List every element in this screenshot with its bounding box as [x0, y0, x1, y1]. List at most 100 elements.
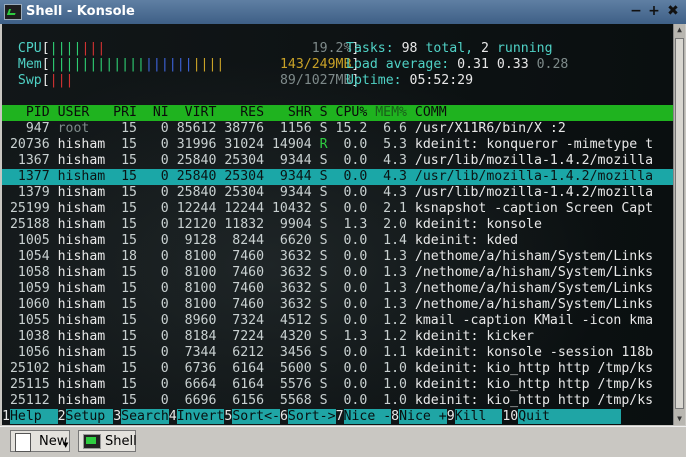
table-row[interactable]: 20736 hisham 15 0 31996 31024 14904 R 0.…: [2, 137, 673, 153]
cell-comm: kdeinit: kio_http http /tmp/ks: [406, 361, 654, 376]
cell-res: 38776: [216, 121, 265, 136]
column-header-pid[interactable]: PID: [2, 105, 50, 120]
fkey-sort-button[interactable]: Sort->: [287, 409, 336, 424]
cell-pri: 15: [105, 297, 137, 312]
title-bar[interactable]: Shell - Konsole − + ✖: [0, 0, 686, 24]
table-row[interactable]: 1038 hisham 15 0 8184 7224 4320 S 1.3 1.…: [2, 329, 673, 345]
cell-comm: /nethome/a/hisham/System/Links: [406, 281, 654, 296]
table-row[interactable]: 1058 hisham 15 0 8100 7460 3632 S 0.0 1.…: [2, 265, 673, 281]
maximize-button[interactable]: +: [646, 3, 662, 19]
cell-s: S: [311, 185, 328, 200]
cell-ni: 0: [136, 153, 169, 168]
table-row[interactable]: 1060 hisham 15 0 8100 7460 3632 S 0.0 1.…: [2, 297, 673, 313]
column-header-s[interactable]: S: [312, 105, 328, 120]
column-header-ni[interactable]: NI: [137, 105, 169, 120]
cell-mem: 4.3: [367, 169, 407, 184]
cell-comm: /nethome/a/hisham/System/Links: [406, 265, 654, 280]
cell-cpu: 0.0: [327, 281, 368, 296]
cell-mem: 4.3: [367, 185, 407, 200]
cell-pid: 25102: [2, 361, 50, 376]
cell-shr: 1156: [264, 121, 312, 136]
fkey-sort-button[interactable]: Sort<-: [232, 409, 280, 424]
table-row[interactable]: 1379 hisham 15 0 25840 25304 9344 S 0.0 …: [2, 185, 673, 201]
column-header-shr[interactable]: SHR: [264, 105, 312, 120]
chevron-down-icon[interactable]: ▼: [63, 441, 68, 449]
cell-user: hisham: [49, 185, 106, 200]
table-row[interactable]: 1054 hisham 18 0 8100 7460 3632 S 0.0 1.…: [2, 249, 673, 265]
fkey-help-button[interactable]: Help: [9, 409, 58, 424]
cell-res: 7460: [216, 249, 265, 264]
table-row[interactable]: 1005 hisham 15 0 9128 8244 6620 S 0.0 1.…: [2, 233, 673, 249]
scroll-up-icon[interactable]: ▲: [674, 24, 685, 36]
fkey-setup-button[interactable]: Setup: [65, 409, 114, 424]
process-table-header[interactable]: PID USER PRI NI VIRT RES SHR S CPU% MEM%…: [2, 105, 673, 121]
table-row-selected[interactable]: 1377 hisham 15 0 25840 25304 9344 S 0.0 …: [2, 169, 673, 185]
table-row[interactable]: 25102 hisham 15 0 6736 6164 5600 S 0.0 1…: [2, 361, 673, 377]
cell-s: S: [311, 121, 328, 136]
cell-cpu: 1.3: [327, 329, 368, 344]
cell-comm: /usr/lib/mozilla-1.4.2/mozilla: [406, 185, 654, 200]
column-header-res[interactable]: RES: [216, 105, 264, 120]
table-row[interactable]: 25199 hisham 15 0 12244 12244 10432 S 0.…: [2, 201, 673, 217]
shell-tab-label: Shell: [105, 434, 137, 449]
table-row[interactable]: 1367 hisham 15 0 25840 25304 9344 S 0.0 …: [2, 153, 673, 169]
new-tab-button[interactable]: New ▼: [10, 430, 70, 452]
fkey-number: 9: [446, 409, 455, 424]
scroll-down-icon[interactable]: ▼: [674, 413, 685, 425]
table-row[interactable]: 1055 hisham 15 0 8960 7324 4512 S 0.0 1.…: [2, 313, 673, 329]
cell-res: 7324: [216, 313, 265, 328]
fkey-search-button[interactable]: Search: [121, 409, 169, 424]
fkey-number: 3: [113, 409, 122, 424]
meter-bar-segment: |||: [49, 73, 74, 88]
column-header-comm[interactable]: COMM: [407, 105, 447, 120]
cell-s: S: [311, 297, 328, 312]
cell-s: S: [311, 345, 328, 360]
column-header-virt[interactable]: VIRT: [169, 105, 217, 120]
fkey-nice-button[interactable]: Nice +: [399, 409, 447, 424]
table-row[interactable]: 25112 hisham 15 0 6696 6156 5568 S 0.0 1…: [2, 393, 673, 409]
meter-bar-segment: ||||: [192, 57, 225, 72]
table-row[interactable]: 25115 hisham 15 0 6664 6164 5576 S 0.0 1…: [2, 377, 673, 393]
table-row[interactable]: 947 root 15 0 85612 38776 1156 S 15.2 6.…: [2, 121, 673, 137]
scrollbar[interactable]: ▲ ▼: [673, 24, 685, 425]
window-title: Shell - Konsole: [26, 4, 135, 19]
cell-comm: kdeinit: konsole: [406, 217, 542, 232]
close-button[interactable]: ✖: [665, 3, 681, 19]
cell-user: hisham: [49, 393, 106, 408]
cell-comm: /usr/X11R6/bin/X :2: [406, 121, 566, 136]
cell-mem: 1.3: [367, 281, 407, 296]
cell-s: R: [311, 137, 328, 152]
running-count: 2: [481, 41, 489, 56]
column-header-cpu-pct[interactable]: CPU%: [328, 105, 368, 120]
fkey-nice-button[interactable]: Nice -: [343, 409, 392, 424]
cell-virt: 8100: [168, 265, 217, 280]
table-row[interactable]: 25188 hisham 15 0 12120 11832 9904 S 1.3…: [2, 217, 673, 233]
cell-s: S: [311, 329, 328, 344]
scrollbar-thumb[interactable]: [675, 38, 684, 409]
cell-mem: 1.1: [367, 345, 407, 360]
column-header-pri[interactable]: PRI: [105, 105, 137, 120]
fkey-invert-button[interactable]: Invert: [176, 409, 225, 424]
mem-value: 143/249MB: [279, 57, 352, 72]
cell-comm: kdeinit: kicker: [406, 329, 535, 344]
cell-pid: 1058: [2, 265, 50, 280]
cpu-label: CPU: [17, 41, 42, 56]
fkey-kill-button[interactable]: Kill: [454, 409, 503, 424]
cell-pid: 25115: [2, 377, 50, 392]
cell-shr: 10432: [264, 201, 312, 216]
column-header-user[interactable]: USER: [50, 105, 106, 120]
minimize-button[interactable]: −: [628, 3, 644, 19]
cell-res: 6164: [216, 361, 265, 376]
cell-s: S: [311, 281, 328, 296]
cell-cpu: 0.0: [327, 265, 368, 280]
cell-cpu: 0.0: [327, 393, 368, 408]
terminal-area[interactable]: CPU[||||||| 19.2%] Mem[|||||||||||||||||…: [2, 24, 673, 425]
shell-session-tab[interactable]: Shell: [78, 430, 137, 452]
meter-bar-segment: ||||||||||||: [49, 57, 145, 72]
table-row[interactable]: 1059 hisham 15 0 8100 7460 3632 S 0.0 1.…: [2, 281, 673, 297]
column-header-mem-pct[interactable]: MEM%: [367, 105, 407, 120]
fkey-quit-button[interactable]: Quit: [518, 409, 622, 424]
cell-mem: 2.0: [367, 217, 407, 232]
table-row[interactable]: 1056 hisham 15 0 7344 6212 3456 S 0.0 1.…: [2, 345, 673, 361]
cell-user: hisham: [49, 233, 106, 248]
